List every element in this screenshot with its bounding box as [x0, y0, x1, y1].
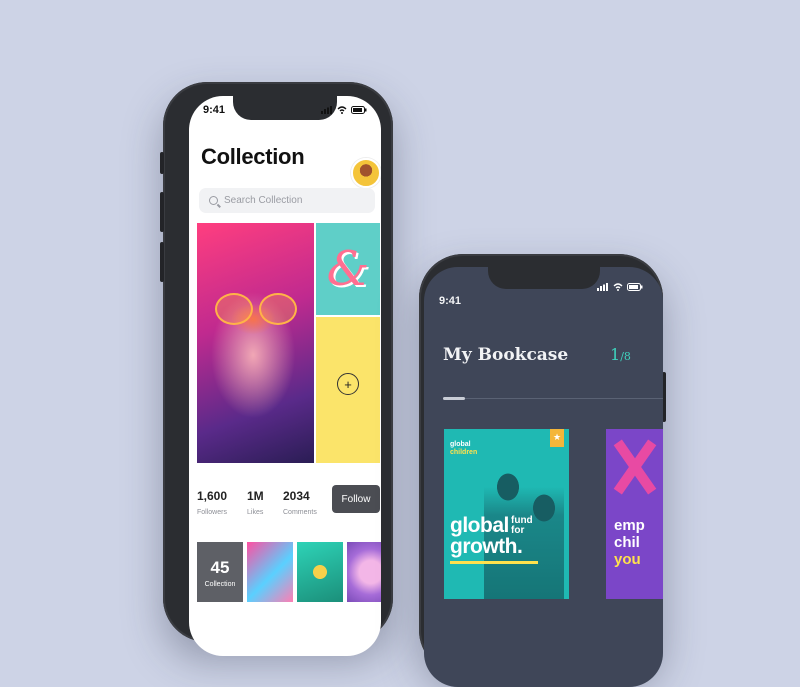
side-button: [160, 152, 164, 174]
cover-underline: [450, 561, 538, 564]
phone-bookcase: 9:41 My Bookcase 1/8 ★ global children g…: [419, 254, 666, 687]
progress-fill: [443, 397, 465, 400]
status-icons: [321, 106, 367, 114]
status-time: 9:41: [439, 295, 462, 307]
battery-icon: [351, 106, 367, 114]
collection-screen: 9:41 Collection Search Collection & + 1,…: [189, 96, 381, 656]
search-icon: [209, 196, 218, 205]
thumbnail[interactable]: [297, 542, 343, 602]
thumbnail[interactable]: [247, 542, 293, 602]
wifi-icon: [337, 106, 347, 114]
status-time: 9:41: [203, 104, 226, 116]
stat-value: 2034: [283, 489, 310, 503]
page-total: /8: [620, 350, 631, 363]
brand-line: children: [450, 449, 478, 456]
cover-headline: emp chil you: [614, 517, 645, 568]
stat-likes: 1M Likes: [247, 489, 264, 516]
ampersand-tile[interactable]: &: [316, 223, 380, 315]
page-current: 1: [610, 345, 621, 364]
headline-line: growth.: [450, 535, 523, 558]
book-cover[interactable]: ★ global children global growth. fund fo…: [444, 429, 569, 599]
avatar[interactable]: [351, 158, 381, 188]
subline-line: for: [511, 525, 525, 536]
signal-icon: [321, 106, 332, 114]
stat-label: Followers: [197, 509, 227, 516]
collection-count: 45: [210, 558, 230, 577]
page-indicator: 1/8: [610, 345, 631, 364]
page-title: My Bookcase: [443, 345, 569, 365]
progress-track[interactable]: [443, 397, 663, 400]
headline-line: you: [614, 551, 641, 568]
brand-line: global: [450, 441, 471, 448]
follow-button[interactable]: Follow: [332, 485, 380, 513]
stat-label: Comments: [283, 509, 317, 516]
cover-subline: fund for: [511, 516, 533, 536]
stat-value: 1M: [247, 489, 264, 503]
signal-icon: [597, 283, 608, 291]
volume-up-button: [160, 192, 164, 232]
stat-comments: 2034 Comments: [283, 489, 317, 516]
plus-icon: +: [344, 376, 352, 392]
ampersand-glyph: &: [326, 241, 370, 297]
bookmark-star-icon[interactable]: ★: [550, 429, 564, 447]
headline-line: chil: [614, 534, 640, 551]
notch: [487, 267, 600, 289]
add-button[interactable]: +: [337, 373, 359, 395]
search-placeholder: Search Collection: [224, 195, 303, 206]
volume-down-button: [160, 242, 164, 282]
status-icons: [597, 283, 643, 291]
collection-count-tile[interactable]: 45 Collection: [197, 542, 243, 602]
stat-value: 1,600: [197, 489, 228, 503]
glasses-graphic: [215, 293, 297, 325]
headline-line: emp: [614, 517, 645, 534]
book-cover[interactable]: emp chil you: [606, 429, 663, 599]
thumbnail[interactable]: [347, 542, 381, 602]
cross-graphic: [613, 437, 657, 497]
featured-photo[interactable]: [197, 223, 314, 463]
phone-collection: 9:41 Collection Search Collection & + 1,…: [160, 82, 393, 656]
collection-label: Collection: [204, 581, 236, 588]
bookcase-screen: 9:41 My Bookcase 1/8 ★ global children g…: [424, 267, 663, 687]
cover-brand: global children: [450, 441, 477, 457]
stat-followers: 1,600 Followers: [197, 489, 227, 516]
stat-label: Likes: [247, 509, 264, 516]
search-input[interactable]: Search Collection: [199, 188, 375, 213]
add-tile: +: [316, 317, 380, 463]
page-title: Collection: [201, 144, 305, 169]
battery-icon: [627, 283, 643, 291]
wifi-icon: [613, 283, 623, 291]
